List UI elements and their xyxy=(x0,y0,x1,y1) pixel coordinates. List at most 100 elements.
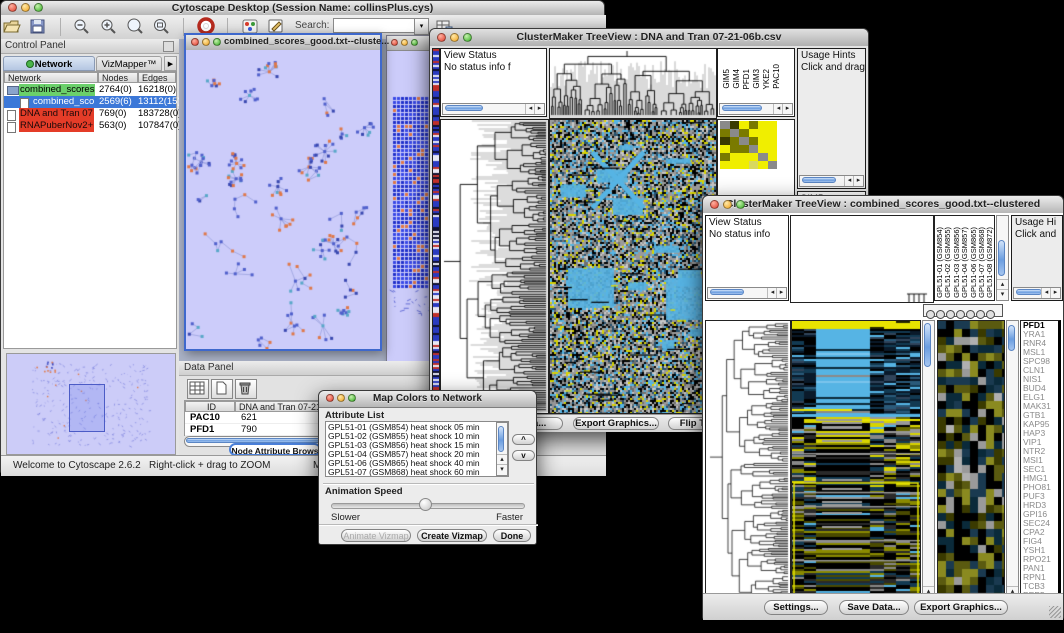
tv1-column-dendrogram[interactable] xyxy=(549,48,717,119)
minimize-icon[interactable] xyxy=(21,3,30,12)
flip-node-icon[interactable] xyxy=(926,310,935,319)
scroll-right-icon[interactable]: ▸ xyxy=(1050,288,1060,298)
minimize-icon[interactable] xyxy=(723,200,732,209)
minimize-icon[interactable] xyxy=(337,394,345,402)
tab-vizmapper[interactable]: VizMapper™ xyxy=(96,56,162,71)
move-down-button[interactable]: v xyxy=(512,450,535,461)
tv2-zoom-scrollbar[interactable]: ▴▾ xyxy=(1006,320,1019,608)
save-icon[interactable] xyxy=(28,17,48,36)
attribute-scrollbar[interactable]: ▴▾ xyxy=(496,422,508,476)
minimize-icon[interactable] xyxy=(202,38,210,46)
network-tree-row[interactable]: combined_scores2764(0)16218(0) xyxy=(4,84,176,96)
scrollbar-thumb[interactable] xyxy=(802,177,836,183)
scroll-right-icon[interactable]: ▸ xyxy=(534,104,544,114)
float-panel-icon[interactable] xyxy=(163,41,174,52)
tv2-row-dendrogram[interactable] xyxy=(705,320,791,608)
new-attribute-icon[interactable] xyxy=(211,379,233,399)
scrollbar-thumb[interactable] xyxy=(1016,289,1042,295)
create-vizmap-button[interactable]: Create Vizmap xyxy=(417,529,487,542)
close-icon[interactable] xyxy=(326,394,334,402)
col-nodes[interactable]: Nodes xyxy=(98,72,138,83)
zoom-window-icon[interactable] xyxy=(463,33,472,42)
attribute-listbox[interactable]: GPL51-01 (GSM854) heat shock 05 minGPL51… xyxy=(325,421,509,477)
animate-vizmap-button[interactable]: Animate Vizmap xyxy=(341,529,411,542)
birdseye-viewport[interactable] xyxy=(69,384,105,432)
scroll-right-icon[interactable]: ▸ xyxy=(853,176,863,186)
network-canvas-1[interactable] xyxy=(186,50,380,349)
scrollbar-thumb[interactable] xyxy=(722,105,762,111)
zoom-selected-icon[interactable] xyxy=(125,17,145,36)
tv1-status-scrollbar[interactable]: ◂▸ xyxy=(442,103,545,115)
main-titlebar[interactable]: Cytoscape Desktop (Session Name: collins… xyxy=(1,1,604,16)
tv1-mini-heatmap[interactable] xyxy=(720,121,777,169)
close-icon[interactable] xyxy=(437,33,446,42)
done-button[interactable]: Done xyxy=(493,529,531,542)
flip-node-icon[interactable] xyxy=(936,310,945,319)
animation-slider-thumb[interactable] xyxy=(419,498,432,511)
settings-button[interactable]: Settings... xyxy=(764,600,828,615)
zoom-window-icon[interactable] xyxy=(348,394,356,402)
scroll-right-icon[interactable]: ▸ xyxy=(782,104,792,114)
attribute-select-icon[interactable] xyxy=(187,379,209,399)
tv2-gene-list[interactable]: PFD1YRA1RNR4MSL1SPC98CLN1NIS1BUD4ELG1MAK… xyxy=(1021,321,1058,608)
tv2-column-dendrogram[interactable] xyxy=(790,215,934,303)
zoom-in-icon[interactable] xyxy=(99,17,119,36)
flip-node-icon[interactable] xyxy=(966,310,975,319)
scrollbar-thumb[interactable] xyxy=(998,240,1005,276)
tv1-heatmap[interactable] xyxy=(549,119,717,414)
attribute-item[interactable]: GPL51-07 (GSM868) heat shock 60 min xyxy=(326,468,508,477)
minimize-icon[interactable] xyxy=(401,39,408,46)
close-icon[interactable] xyxy=(191,38,199,46)
flip-node-icon[interactable] xyxy=(956,310,965,319)
tv2-top-scrollbar[interactable]: ▴▾ xyxy=(996,215,1009,301)
tv1-row-dendrogram[interactable] xyxy=(440,119,549,414)
treeview1-titlebar[interactable]: ClusterMaker TreeView : DNA and Tran 07-… xyxy=(430,29,868,47)
tv1-labels-scrollbar[interactable]: ◂▸ xyxy=(719,103,793,115)
zoom-window-icon[interactable] xyxy=(34,3,43,12)
zoom-window-icon[interactable] xyxy=(411,39,418,46)
move-up-button[interactable]: ^ xyxy=(512,434,535,445)
tab-network[interactable]: Network xyxy=(3,56,95,71)
global-overview-strip[interactable] xyxy=(432,48,440,414)
flip-node-icon[interactable] xyxy=(976,310,985,319)
search-input[interactable] xyxy=(333,18,417,33)
col-network[interactable]: Network xyxy=(4,72,98,83)
minimize-icon[interactable] xyxy=(450,33,459,42)
tv1-hints-scrollbar[interactable]: ◂▸ xyxy=(799,175,864,187)
scroll-right-icon[interactable]: ▸ xyxy=(776,288,786,298)
tv2-heatmap[interactable] xyxy=(791,320,921,608)
open-file-icon[interactable] xyxy=(2,17,22,36)
zoom-fit-icon[interactable] xyxy=(152,17,172,36)
scroll-down-icon[interactable]: ▾ xyxy=(997,289,1008,300)
network-tree-row[interactable]: DNA and Tran 07769(0)183728(0) xyxy=(4,108,176,120)
scrollbar-thumb[interactable] xyxy=(498,426,504,452)
tv2-zoom-heatmap[interactable] xyxy=(937,320,1005,598)
flip-node-icon[interactable] xyxy=(946,310,955,319)
network-tree-row[interactable]: RNAPuberNov2+563(0)107847(0) xyxy=(4,120,176,132)
export-graphics-button[interactable]: Export Graphics... xyxy=(914,600,1008,615)
close-icon[interactable] xyxy=(710,200,719,209)
tv2-heatmap-scrollbar[interactable]: ▴▾ xyxy=(922,320,935,608)
network-canvas-2[interactable] xyxy=(387,51,433,361)
zoom-window-icon[interactable] xyxy=(213,38,221,46)
scrollbar-thumb[interactable] xyxy=(710,289,744,295)
treeview2-titlebar[interactable]: ClusterMaker TreeView : combined_scores_… xyxy=(703,196,1063,214)
tab-overflow-icon[interactable]: ▶ xyxy=(164,56,177,71)
dialog-titlebar[interactable]: Map Colors to Network xyxy=(319,391,536,408)
export-graphics-button[interactable]: Export Graphics... xyxy=(573,417,659,430)
col-edges[interactable]: Edges xyxy=(138,72,176,83)
birdseye-panel[interactable] xyxy=(6,353,176,455)
scrollbar-thumb[interactable] xyxy=(1008,325,1015,351)
scroll-down-icon[interactable]: ▾ xyxy=(497,464,507,475)
resize-grip[interactable] xyxy=(1049,606,1061,618)
tv2-hints-scrollbar[interactable]: ◂▸ xyxy=(1013,287,1061,299)
delete-attribute-icon[interactable] xyxy=(235,379,257,399)
flip-node-icon[interactable] xyxy=(986,310,995,319)
network-tree-row[interactable]: combined_sco2569(6)13112(15) xyxy=(4,96,176,108)
tv2-status-scrollbar[interactable]: ◂▸ xyxy=(707,287,787,299)
id-column-header[interactable]: ID xyxy=(185,401,235,412)
save-data-button[interactable]: Save Data... xyxy=(839,600,909,615)
scrollbar-thumb[interactable] xyxy=(445,105,483,111)
close-icon[interactable] xyxy=(8,3,17,12)
scrollbar-thumb[interactable] xyxy=(924,323,931,367)
